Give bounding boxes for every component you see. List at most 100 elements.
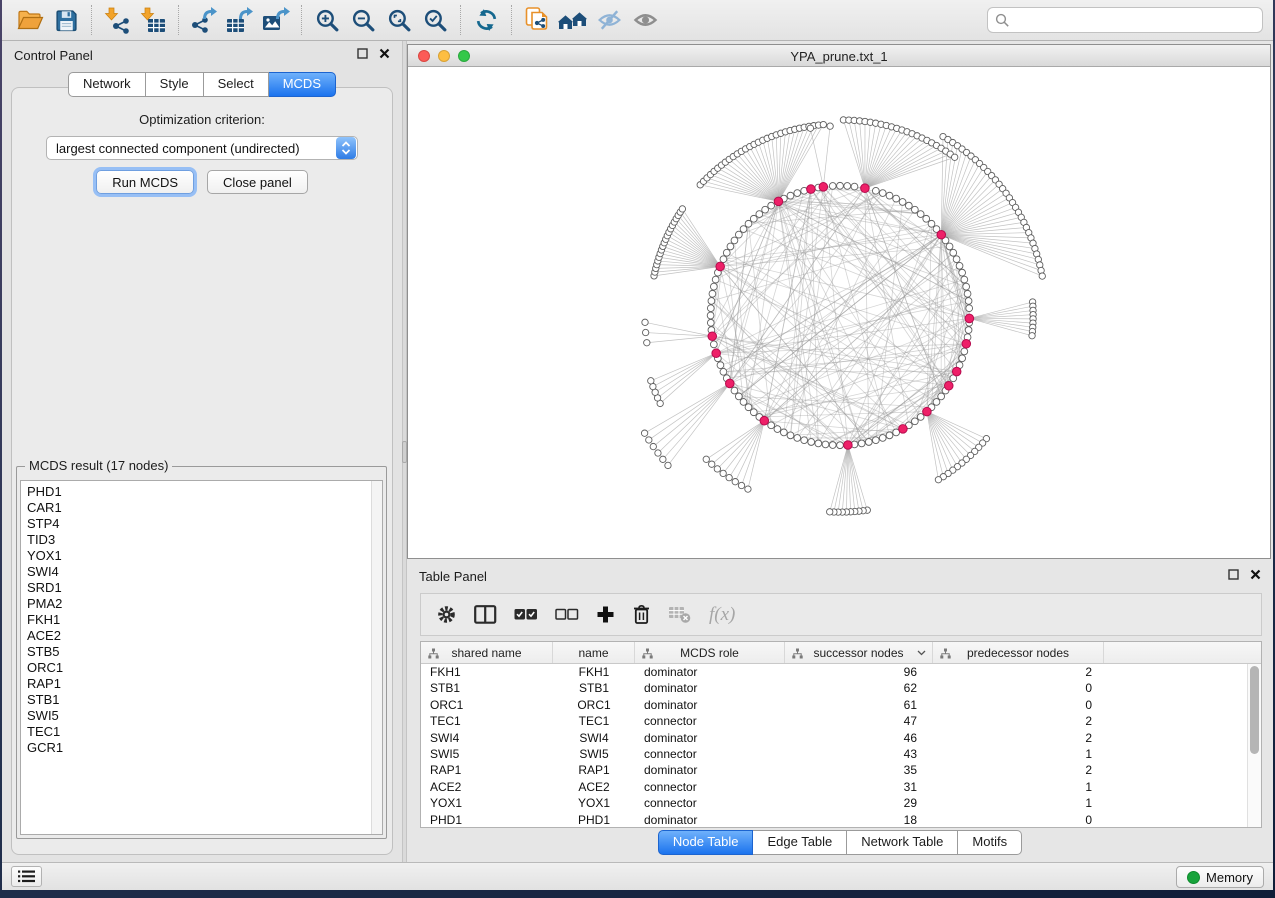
- column-header-mcds-role[interactable]: MCDS role: [635, 642, 785, 663]
- result-node[interactable]: STB1: [21, 692, 370, 708]
- table-cell[interactable]: 61: [785, 697, 933, 713]
- table-cell[interactable]: dominator: [635, 697, 785, 713]
- table-cell[interactable]: 2: [933, 713, 1104, 729]
- panel-selector-button[interactable]: [11, 866, 42, 887]
- memory-button[interactable]: Memory: [1176, 866, 1264, 888]
- table-cell[interactable]: 0: [933, 680, 1104, 696]
- table-cell[interactable]: SWI4: [421, 730, 553, 746]
- result-node[interactable]: RAP1: [21, 676, 370, 692]
- table-row[interactable]: YOX1YOX1connector291: [421, 795, 1247, 811]
- table-cell[interactable]: 62: [785, 680, 933, 696]
- table-cell[interactable]: 2: [933, 762, 1104, 778]
- zoom-out-button[interactable]: [345, 3, 381, 37]
- table-cell[interactable]: YOX1: [553, 795, 635, 811]
- table-cell[interactable]: STB1: [421, 680, 553, 696]
- table-cell[interactable]: SWI4: [553, 730, 635, 746]
- export-table-button[interactable]: [222, 3, 258, 37]
- table-row[interactable]: RAP1RAP1dominator352: [421, 762, 1247, 778]
- add-column-button[interactable]: [596, 602, 615, 628]
- float-panel-button[interactable]: [357, 48, 368, 59]
- table-settings-button[interactable]: [436, 602, 457, 628]
- table-row[interactable]: ACE2ACE2connector311: [421, 779, 1247, 795]
- table-cell[interactable]: 0: [933, 812, 1104, 827]
- table-row[interactable]: TEC1TEC1connector472: [421, 713, 1247, 729]
- column-header-predecessor-nodes[interactable]: predecessor nodes: [933, 642, 1104, 663]
- table-cell[interactable]: TEC1: [553, 713, 635, 729]
- result-node[interactable]: GCR1: [21, 740, 370, 756]
- table-cell[interactable]: 2: [933, 730, 1104, 746]
- refresh-view-button[interactable]: [468, 3, 504, 37]
- zoom-fit-button[interactable]: [381, 3, 417, 37]
- table-cell[interactable]: 46: [785, 730, 933, 746]
- table-cell[interactable]: 43: [785, 746, 933, 762]
- table-tab-node-table[interactable]: Node Table: [658, 830, 754, 855]
- select-all-button[interactable]: [514, 602, 538, 628]
- table-row[interactable]: STB1STB1dominator620: [421, 680, 1247, 696]
- result-node[interactable]: PHD1: [21, 484, 370, 500]
- table-cell[interactable]: 1: [933, 779, 1104, 795]
- hide-selected-button[interactable]: [591, 3, 627, 37]
- open-file-button[interactable]: [12, 3, 48, 37]
- result-node[interactable]: SWI4: [21, 564, 370, 580]
- tab-style[interactable]: Style: [146, 72, 204, 97]
- result-node[interactable]: SWI5: [21, 708, 370, 724]
- result-node[interactable]: FKH1: [21, 612, 370, 628]
- close-panel-button-mcds[interactable]: Close panel: [207, 170, 308, 194]
- delete-column-button[interactable]: [632, 602, 651, 628]
- zoom-selected-button[interactable]: [417, 3, 453, 37]
- result-node[interactable]: ACE2: [21, 628, 370, 644]
- table-cell[interactable]: 31: [785, 779, 933, 795]
- table-cell[interactable]: dominator: [635, 680, 785, 696]
- close-table-panel-button[interactable]: [1250, 569, 1261, 580]
- table-cell[interactable]: dominator: [635, 730, 785, 746]
- table-cell[interactable]: dominator: [635, 762, 785, 778]
- export-network-button[interactable]: [186, 3, 222, 37]
- table-row[interactable]: SWI4SWI4dominator462: [421, 730, 1247, 746]
- table-cell[interactable]: RAP1: [553, 762, 635, 778]
- show-all-button[interactable]: [627, 3, 663, 37]
- table-tab-network-table[interactable]: Network Table: [847, 830, 958, 855]
- table-cell[interactable]: 2: [933, 664, 1104, 680]
- result-node[interactable]: CAR1: [21, 500, 370, 516]
- table-cell[interactable]: ACE2: [421, 779, 553, 795]
- table-cell[interactable]: TEC1: [421, 713, 553, 729]
- criterion-select[interactable]: largest connected component (undirected): [46, 136, 358, 160]
- table-cell[interactable]: PHD1: [421, 812, 553, 827]
- table-cell[interactable]: connector: [635, 779, 785, 795]
- tab-select[interactable]: Select: [204, 72, 269, 97]
- column-header-name[interactable]: name: [553, 642, 635, 663]
- table-cell[interactable]: 1: [933, 795, 1104, 811]
- result-node[interactable]: TEC1: [21, 724, 370, 740]
- table-cell[interactable]: dominator: [635, 812, 785, 827]
- show-columns-button[interactable]: [474, 602, 497, 628]
- zoom-in-button[interactable]: [309, 3, 345, 37]
- table-cell[interactable]: connector: [635, 795, 785, 811]
- table-cell[interactable]: SWI5: [421, 746, 553, 762]
- first-neighbors-button[interactable]: [555, 3, 591, 37]
- export-image-button[interactable]: [258, 3, 294, 37]
- table-cell[interactable]: ORC1: [421, 697, 553, 713]
- import-table-button[interactable]: [135, 3, 171, 37]
- result-node[interactable]: STP4: [21, 516, 370, 532]
- table-cell[interactable]: 29: [785, 795, 933, 811]
- save-session-button[interactable]: [48, 3, 84, 37]
- close-panel-button[interactable]: [379, 48, 390, 59]
- run-mcds-button[interactable]: Run MCDS: [96, 170, 194, 194]
- table-cell[interactable]: 96: [785, 664, 933, 680]
- table-cell[interactable]: 0: [933, 697, 1104, 713]
- function-builder-button[interactable]: f(x): [709, 602, 735, 628]
- result-node[interactable]: STB5: [21, 644, 370, 660]
- table-row[interactable]: SWI5SWI5connector431: [421, 746, 1247, 762]
- table-cell[interactable]: dominator: [635, 664, 785, 680]
- column-header-shared-name[interactable]: shared name: [421, 642, 553, 663]
- duplicate-network-button[interactable]: [519, 3, 555, 37]
- search-input[interactable]: [1015, 13, 1255, 28]
- table-cell[interactable]: 18: [785, 812, 933, 827]
- table-cell[interactable]: connector: [635, 746, 785, 762]
- table-row[interactable]: PHD1PHD1dominator180: [421, 812, 1247, 827]
- table-cell[interactable]: YOX1: [421, 795, 553, 811]
- table-cell[interactable]: connector: [635, 713, 785, 729]
- result-node[interactable]: PMA2: [21, 596, 370, 612]
- table-cell[interactable]: RAP1: [421, 762, 553, 778]
- result-node[interactable]: ORC1: [21, 660, 370, 676]
